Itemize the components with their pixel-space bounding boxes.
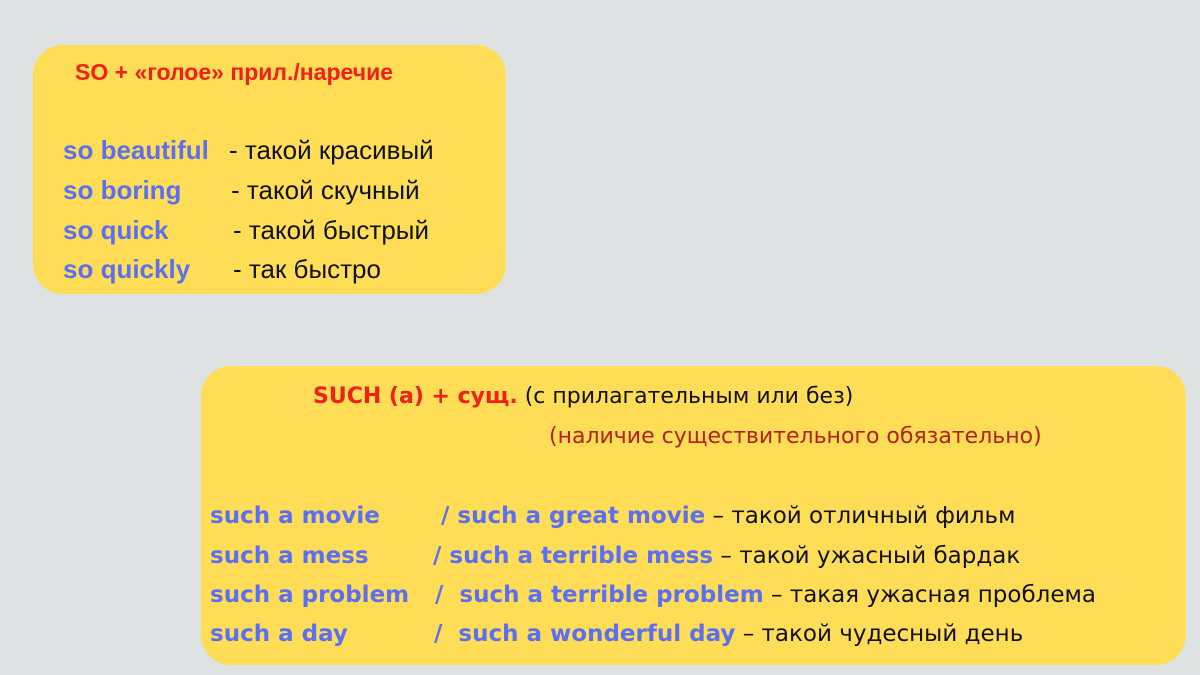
such-example-separator: / — [433, 543, 450, 569]
so-example-english: so quick — [63, 215, 169, 245]
so-example-row: so quickly - так быстро — [63, 254, 381, 284]
such-rule-card: SUCH (a) + сущ. (с прилагательным или бе… — [201, 366, 1186, 665]
so-example-english: so boring — [63, 175, 182, 205]
such-example-separator: / — [441, 503, 458, 529]
such-example-long: such a wonderful day — [458, 621, 736, 647]
so-example-translation: - так быстро — [233, 254, 381, 284]
such-example-translation: – такой чудесный день — [735, 621, 1024, 647]
so-example-translation: - такой скучный — [231, 175, 420, 205]
such-example-separator: / — [434, 621, 459, 647]
so-example-translation: - такой красивый — [229, 135, 434, 165]
such-example-short: such a movie — [210, 503, 380, 529]
so-example-translation: - такой быстрый — [233, 215, 429, 245]
such-example-separator: / — [435, 582, 460, 608]
such-example-short: such a day — [210, 621, 348, 647]
so-rule-card: SO + «голое» прил./наречие so beautiful … — [33, 45, 506, 294]
so-example-row: so beautiful - такой красивый — [63, 135, 434, 165]
such-rule-formula: SUCH (a) + сущ. — [313, 384, 518, 409]
so-example-row: so boring - такой скучный — [63, 175, 420, 205]
such-example-translation: – такой отличный фильм — [705, 503, 1016, 529]
such-example-translation: – такой ужасный бардак — [713, 543, 1021, 569]
such-rule-note: (наличие существительного обязательно) — [549, 424, 1042, 449]
so-example-english: so beautiful — [63, 135, 209, 165]
such-example-long: such a terrible problem — [459, 582, 764, 608]
such-rule-title: SUCH (a) + сущ. (с прилагательным или бе… — [313, 382, 853, 412]
so-rule-title: SO + «голое» прил./наречие — [75, 59, 394, 85]
such-example-translation: – такая ужасная проблема — [763, 582, 1096, 608]
so-example-row: so quick - такой быстрый — [63, 215, 429, 245]
such-rule-comment: (с прилагательным или без) — [517, 384, 854, 409]
such-example-long: such a great movie — [457, 503, 706, 529]
so-example-english: so quickly — [63, 254, 191, 284]
such-example-short: such a mess — [210, 543, 369, 569]
such-example-long: such a terrible mess — [449, 543, 714, 569]
such-example-short: such a problem — [210, 582, 410, 608]
